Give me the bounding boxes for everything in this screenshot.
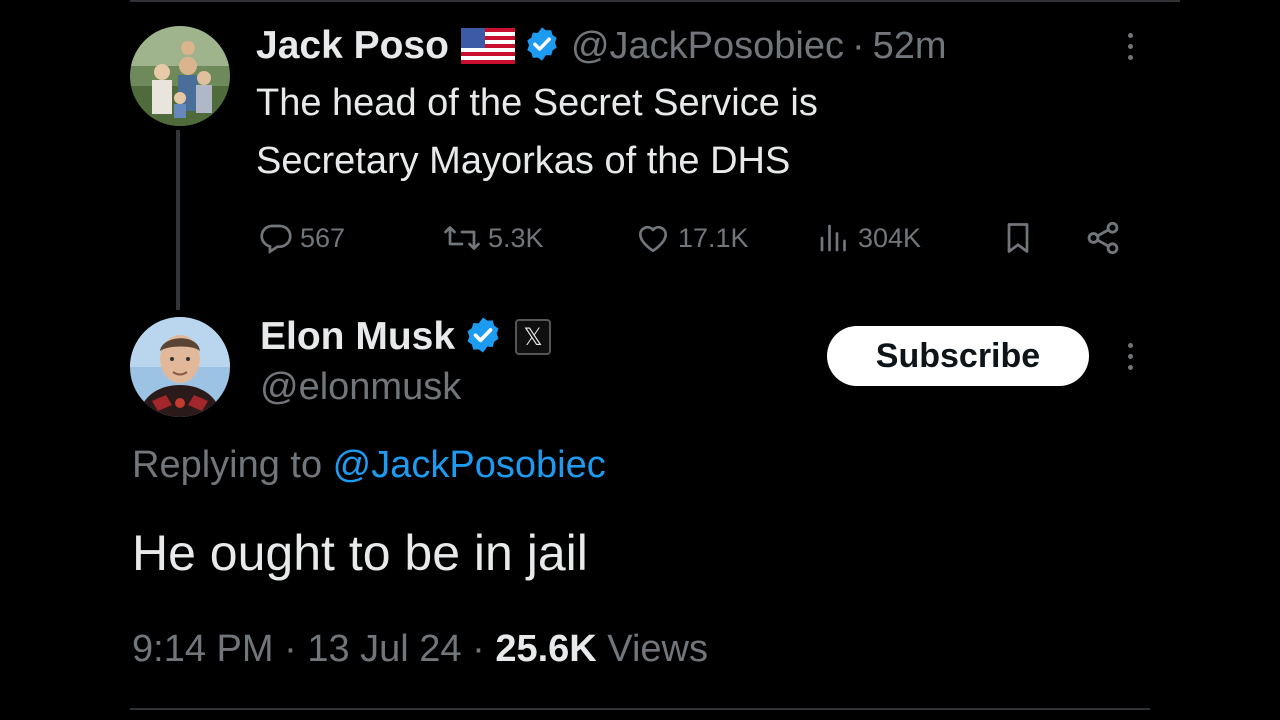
separator-dot: ·	[284, 628, 297, 670]
thread-connector-line	[176, 130, 180, 310]
like-count: 17.1K	[678, 222, 749, 253]
views-count: 304K	[858, 222, 922, 253]
bottom-divider	[130, 708, 1150, 710]
more-options-icon[interactable]	[1120, 336, 1140, 376]
tweet-time[interactable]: 52m	[873, 25, 947, 68]
separator-dot: ·	[852, 24, 865, 67]
top-divider	[130, 0, 1180, 2]
author-name[interactable]: Elon Musk	[260, 315, 455, 359]
replying-to: Replying to @JackPosobiec	[132, 444, 606, 487]
share-button[interactable]	[1084, 214, 1122, 262]
author-handle[interactable]: @elonmusk	[260, 366, 461, 409]
like-button[interactable]: 17.1K	[634, 214, 749, 262]
author-handle[interactable]: @JackPosobiec	[571, 25, 844, 68]
reply-count: 567	[300, 222, 346, 253]
verified-badge-icon	[523, 25, 561, 68]
repost-button[interactable]: 5.3K	[442, 214, 544, 262]
main-tweet-author-row: Elon Musk 𝕏	[260, 312, 552, 362]
main-tweet-text: He ought to be in jail	[132, 525, 588, 581]
verified-badge-icon	[463, 315, 503, 360]
views-label: Views	[607, 628, 708, 670]
tweet-timestamp[interactable]: 9:14 PM	[132, 628, 274, 670]
repost-count: 5.3K	[488, 222, 544, 253]
tweet-meta: 9:14 PM · 13 Jul 24 · 25.6K Views	[132, 628, 708, 671]
share-icon	[1084, 219, 1122, 257]
separator-dot: ·	[472, 628, 485, 670]
analytics-icon	[816, 220, 852, 256]
tweet-text-line: The head of the Secret Service is	[256, 82, 818, 124]
avatar[interactable]	[130, 26, 230, 126]
us-flag-icon	[460, 28, 515, 64]
reply-icon	[258, 220, 294, 256]
heart-icon	[634, 220, 672, 256]
replying-to-link[interactable]: @JackPosobiec	[333, 444, 606, 486]
bookmark-icon	[1000, 219, 1036, 257]
subscribe-button[interactable]: Subscribe	[827, 326, 1089, 386]
repost-icon	[442, 220, 482, 256]
tweet-text-line: Secretary Mayorkas of the DHS	[256, 140, 791, 182]
avatar[interactable]	[130, 317, 230, 417]
views-button[interactable]: 304K	[816, 214, 921, 262]
views-total: 25.6K	[495, 628, 597, 670]
x-affiliate-badge-icon[interactable]: 𝕏	[515, 319, 552, 355]
parent-tweet-header: Jack Poso @JackPosobiec · 52m	[256, 22, 947, 70]
reply-button[interactable]: 567	[258, 214, 345, 262]
bookmark-button[interactable]	[1000, 214, 1036, 262]
author-name[interactable]: Jack Poso	[256, 24, 449, 68]
replying-prefix: Replying to	[132, 444, 333, 486]
tweet-date[interactable]: 13 Jul 24	[307, 628, 461, 670]
tweet-actions-bar: 567 5.3K 17.1K 304K	[258, 214, 1138, 262]
parent-tweet-text: The head of the Secret Service is Secret…	[256, 74, 1056, 190]
more-options-icon[interactable]	[1120, 26, 1140, 66]
